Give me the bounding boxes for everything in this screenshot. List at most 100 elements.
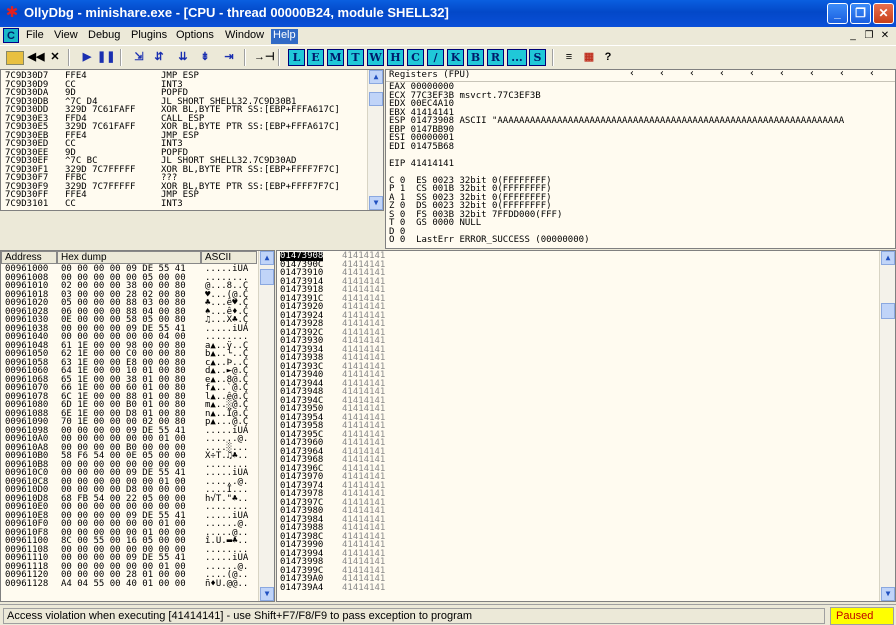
menu-view[interactable]: View — [52, 29, 80, 44]
modules-window-icon[interactable]: E — [307, 49, 324, 66]
rewind-icon[interactable]: ◀◀ — [27, 48, 45, 67]
mdi-restore-button[interactable]: ❐ — [862, 29, 876, 42]
register-line: EDI 01475B68 — [389, 141, 455, 152]
disasm-row[interactable]: 7C9D3101 CC INT3 — [1, 198, 367, 209]
close-program-icon[interactable]: ✕ — [46, 48, 64, 67]
registers-header[interactable]: Registers (FPU) ‹ ‹ ‹ ‹ ‹ ‹ ‹ ‹ ‹ — [386, 70, 895, 82]
close-button[interactable]: ✕ — [873, 3, 894, 24]
dump-row[interactable]: 00961128 A4 04 55 00 40 01 00 00 ñ♦U.@@.. — [5, 578, 259, 589]
disasm-row[interactable]: 7C9D30F1 329D 7C7FFFFF XOR BL,BYTE PTR SS:… — [1, 165, 367, 175]
status-bar: Access violation when executing [4141414… — [0, 604, 896, 625]
register-line: T 0 GS 0000 NULL — [389, 218, 482, 228]
chevron-left-icon[interactable]: ‹ — [749, 70, 755, 79]
disasm-row[interactable]: 7C9D30EB FFE4 JMP ESP — [1, 131, 367, 141]
trace-into-icon[interactable]: ⇊ — [174, 48, 192, 67]
minimize-button[interactable]: _ — [827, 3, 848, 24]
disasm-row[interactable]: 7C9D30FF FFE4 JMP ESP — [1, 191, 367, 200]
memory-dump-pane[interactable]: Address Hex dump ASCII 00961000 00 00 00 … — [0, 250, 275, 602]
breakpoints-window-icon[interactable]: B — [467, 49, 484, 66]
chevron-left-icon[interactable]: ‹ — [869, 70, 875, 79]
dump-ascii: ñ♦U.@@.. — [205, 578, 249, 589]
disasm-hex: CC — [65, 198, 76, 209]
menu-window[interactable]: Window — [223, 29, 266, 44]
dump-column-ascii[interactable]: ASCII — [201, 251, 257, 264]
toolbar-separator — [68, 49, 70, 66]
cpu-window-icon[interactable]: C — [407, 49, 424, 66]
chevron-left-icon[interactable]: ‹ — [689, 70, 695, 79]
source-window-icon[interactable]: S — [529, 49, 546, 66]
toolbar-separator — [120, 49, 122, 66]
run-icon[interactable]: ▶ — [78, 48, 96, 67]
patches-window-icon[interactable]: / — [427, 49, 444, 66]
stack-address: 014739A4 — [280, 582, 324, 593]
debugging-options-icon[interactable]: ≡ — [560, 48, 578, 67]
dump-scrollbar[interactable]: ▲ ▼ — [258, 251, 274, 601]
step-over-icon[interactable]: ⇵ — [150, 48, 168, 67]
scroll-down-arrow-icon[interactable]: ▼ — [260, 587, 274, 601]
disasm-instruction: INT3 — [161, 198, 183, 209]
register-line: ECX 77C3EF3B msvcrt.77C3EF3B — [389, 90, 541, 101]
scroll-up-arrow-icon[interactable]: ▲ — [260, 251, 274, 265]
scroll-up-arrow-icon[interactable]: ▲ — [369, 70, 383, 84]
mdi-minimize-button[interactable]: _ — [846, 29, 860, 42]
open-folder-icon[interactable] — [6, 51, 24, 65]
scroll-down-arrow-icon[interactable]: ▼ — [881, 587, 895, 601]
pause-icon[interactable]: ❚❚ — [97, 48, 115, 67]
menu-options[interactable]: Options — [174, 29, 216, 44]
disasm-address: 7C9D3101 — [5, 198, 49, 209]
chevron-left-icon[interactable]: ‹ — [629, 70, 635, 79]
mdi-close-button[interactable]: ✕ — [878, 29, 892, 42]
scroll-thumb[interactable] — [881, 303, 895, 319]
maximize-button[interactable]: ❐ — [850, 3, 871, 24]
menu-debug[interactable]: Debug — [86, 29, 122, 44]
chevron-left-icon[interactable]: ‹ — [809, 70, 815, 79]
registers-title: Registers (FPU) — [389, 70, 471, 80]
scroll-up-arrow-icon[interactable]: ▲ — [881, 251, 895, 265]
memory-window-icon[interactable]: M — [327, 49, 344, 66]
chevron-left-icon[interactable]: ‹ — [719, 70, 725, 79]
run-trace-window-icon[interactable]: ... — [507, 49, 527, 66]
scroll-thumb[interactable] — [260, 269, 274, 285]
appearance-icon[interactable]: ▦ — [580, 48, 598, 67]
dump-column-address[interactable]: Address — [1, 251, 57, 264]
debugger-state-badge: Paused — [830, 607, 894, 625]
log-window-icon[interactable]: L — [288, 49, 305, 66]
cpu-window-icon[interactable]: C — [3, 28, 19, 43]
handles-window-icon[interactable]: H — [387, 49, 404, 66]
dump-hex: A4 04 55 00 40 01 00 00 — [61, 578, 186, 589]
register-line: EIP 41414141 — [389, 158, 455, 169]
windows-window-icon[interactable]: W — [367, 49, 384, 66]
menu-file[interactable]: File — [24, 29, 46, 44]
go-to-icon[interactable]: →⊣ — [254, 48, 275, 67]
stack-value: 41414141 — [342, 582, 386, 593]
title-bar[interactable]: ✱ OllyDbg - minishare.exe - [CPU - threa… — [0, 0, 896, 27]
execute-till-return-icon[interactable]: ⇥ — [220, 48, 238, 67]
threads-window-icon[interactable]: T — [347, 49, 364, 66]
chevron-left-icon[interactable]: ‹ — [659, 70, 665, 79]
scroll-down-arrow-icon[interactable]: ▼ — [369, 196, 383, 210]
disassembly-scrollbar[interactable]: ▲ ▼ — [367, 70, 383, 210]
menu-plugins[interactable]: Plugins — [129, 29, 169, 44]
stack-row[interactable]: 014739A4 41414141 — [280, 582, 860, 593]
disasm-row[interactable]: 7C9D30D7 FFE4 JMP ESP — [1, 72, 367, 81]
register-line — [389, 151, 844, 160]
dump-column-hex[interactable]: Hex dump — [57, 251, 201, 264]
chevron-left-icon[interactable]: ‹ — [839, 70, 845, 79]
registers-pane[interactable]: Registers (FPU) ‹ ‹ ‹ ‹ ‹ ‹ ‹ ‹ ‹ EAX 00… — [385, 69, 896, 249]
stack-scrollbar[interactable]: ▲ ▼ — [879, 251, 895, 601]
step-into-icon[interactable]: ⇲ — [130, 48, 148, 67]
status-message: Access violation when executing [4141414… — [3, 608, 825, 624]
call-stack-window-icon[interactable]: K — [447, 49, 464, 66]
stack-pane[interactable]: 01473908 41414141 0147390C 41414141 01473910… — [276, 250, 896, 602]
menu-help[interactable]: Help — [271, 29, 298, 44]
chevron-left-icon[interactable]: ‹ — [779, 70, 785, 79]
help-icon[interactable]: ? — [599, 48, 617, 67]
dump-address: 00961128 — [5, 578, 49, 589]
trace-over-icon[interactable]: ⇟ — [196, 48, 214, 67]
references-window-icon[interactable]: R — [487, 49, 504, 66]
window-title: OllyDbg - minishare.exe - [CPU - thread … — [24, 5, 449, 20]
register-line: EBP 0147BB90 — [389, 124, 455, 135]
scroll-thumb[interactable] — [369, 92, 383, 106]
disassembly-pane[interactable]: 7C9D30D7 FFE4 JMP ESP 7C9D30D9 CC INT3 7C9D30D… — [0, 69, 384, 211]
toolbar-separator — [244, 49, 246, 66]
